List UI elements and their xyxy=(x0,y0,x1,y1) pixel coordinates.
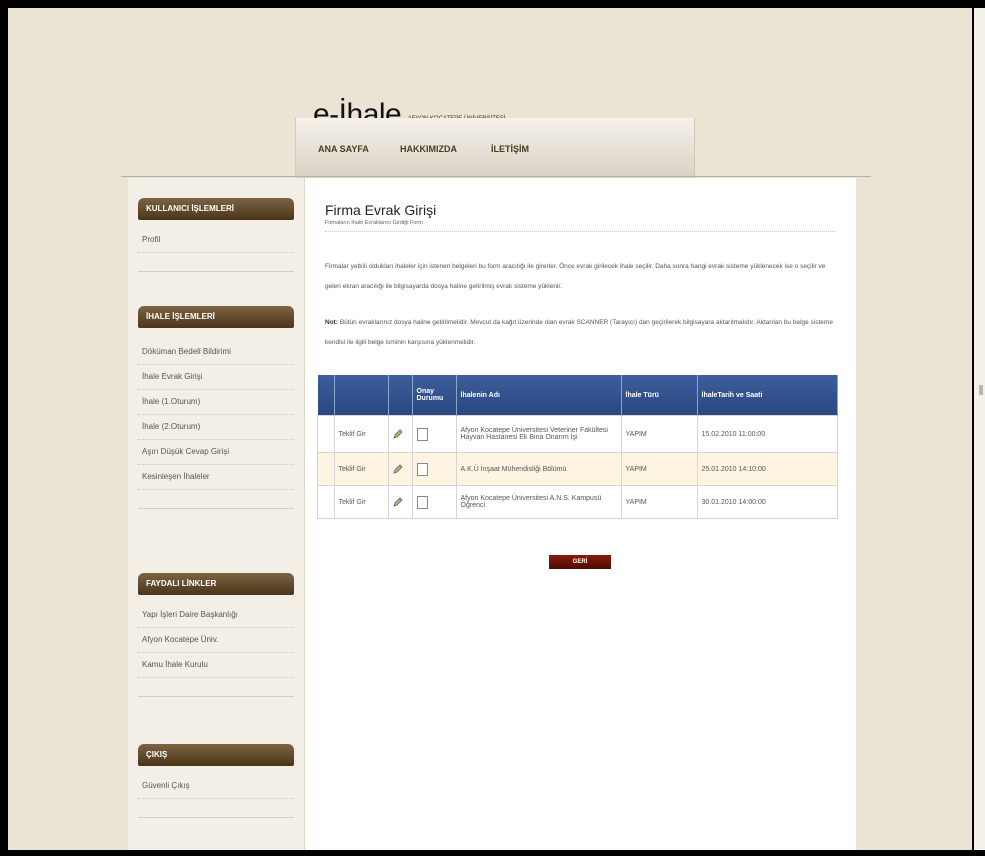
table-row[interactable]: Teklif Gir A.K.Ü İnşaat Mühendisliği Böl… xyxy=(317,452,838,486)
table-header-row: Onay Durumu İhalenin Adı İhale Türü İhal… xyxy=(317,375,838,416)
edit-cell[interactable] xyxy=(387,415,413,453)
tender-date: 30.01.2010 14:00:00 xyxy=(696,485,838,519)
sidebar-item-construction-dept[interactable]: Yapı İşleri Daire Başkanlığı xyxy=(138,603,294,628)
pencil-icon[interactable] xyxy=(392,429,403,439)
sidebar-item-low-bid-response[interactable]: Aşırı Düşük Cevap Girişi xyxy=(138,440,294,465)
tender-type: YAPIM xyxy=(620,452,698,486)
sidebar-section-exit: ÇIKIŞ Güvenli Çıkış xyxy=(138,744,294,818)
sidebar-header: ÇIKIŞ xyxy=(138,744,294,766)
intro-text: Firmalar yetkili oldukları ihaleler için… xyxy=(325,263,826,290)
approval-cell xyxy=(411,415,457,453)
bid-entry-link[interactable]: Teklif Gir xyxy=(333,415,389,453)
scrollbar-thumb[interactable] xyxy=(979,385,983,395)
pencil-icon[interactable] xyxy=(392,497,403,507)
table-cell xyxy=(317,452,335,486)
sidebar-divider xyxy=(138,271,294,272)
pencil-icon[interactable] xyxy=(392,464,403,474)
sidebar-item-document-fee[interactable]: Döküman Bedeli Bildirimi xyxy=(138,340,294,365)
sidebar-item-session-1[interactable]: İhale (1.Oturum) xyxy=(138,390,294,415)
sidebar-header: KULLANICI İŞLEMLERİ xyxy=(138,198,294,220)
sidebar-divider xyxy=(138,696,294,697)
top-nav: ANA SAYFA HAKKIMIZDA İLETİŞİM xyxy=(295,118,695,178)
sidebar-item-safe-exit[interactable]: Güvenli Çıkış xyxy=(138,774,294,799)
note-body: Bütün evraklarınız dosya haline getirilm… xyxy=(325,319,833,346)
column-header-tender-type: İhale Türü xyxy=(621,375,698,416)
sidebar-item-tender-doc-entry[interactable]: İhale Evrak Girişi xyxy=(138,365,294,390)
tender-type: YAPIM xyxy=(620,415,698,453)
tender-table: Onay Durumu İhalenin Adı İhale Türü İhal… xyxy=(317,375,838,519)
column-header xyxy=(388,375,413,416)
approval-checkbox[interactable] xyxy=(416,462,428,476)
sidebar-item-profile[interactable]: Profil xyxy=(138,228,294,253)
column-header xyxy=(317,375,335,416)
edit-cell[interactable] xyxy=(387,452,413,486)
sidebar-section-tender: İHALE İŞLEMLERİ Döküman Bedeli Bildirimi… xyxy=(138,306,294,509)
table-cell xyxy=(317,485,335,519)
sidebar-divider xyxy=(138,508,294,509)
sidebar-item-public-procurement[interactable]: Kamu İhale Kurulu xyxy=(138,653,294,678)
column-header xyxy=(334,375,389,416)
sidebar-section-links: FAYDALI LİNKLER Yapı İşleri Daire Başkan… xyxy=(138,573,294,697)
main-content: Firma Evrak Girişi Firmaların İhale Evra… xyxy=(305,178,856,850)
note-text: Not: Bütün evraklarınız dosya haline get… xyxy=(325,313,840,353)
sidebar-item-finalized-tenders[interactable]: Kesinleşen İhaleler xyxy=(138,465,294,490)
sidebar-item-session-2[interactable]: İhale (2.Oturum) xyxy=(138,415,294,440)
sidebar-section-user: KULLANICI İŞLEMLERİ Profil xyxy=(138,198,294,272)
tender-name: A.K.Ü İnşaat Mühendisliği Bölümü xyxy=(455,452,622,486)
tender-name: Afyon Kocatepe Üniversitesi Veteriner Fa… xyxy=(455,415,622,453)
sidebar: KULLANICI İŞLEMLERİ Profil İHALE İŞLEMLE… xyxy=(128,178,305,850)
table-row[interactable]: Teklif Gir Afyon Kocatepe Üniversitesi A… xyxy=(317,485,838,519)
page-frame: e-İhale AFYON KOCATEPE ÜNİVERSİTESİ ANA … xyxy=(8,8,972,850)
column-header-approval: Onay Durumu xyxy=(412,375,457,416)
back-button[interactable]: GERİ xyxy=(549,555,611,569)
sidebar-header: İHALE İŞLEMLERİ xyxy=(138,306,294,328)
nav-item-home[interactable]: ANA SAYFA xyxy=(318,144,369,154)
tender-date: 25.01.2010 14:10:00 xyxy=(696,452,838,486)
approval-cell xyxy=(411,452,457,486)
tender-type: YAPIM xyxy=(620,485,698,519)
nav-item-about[interactable]: HAKKIMIZDA xyxy=(400,144,457,154)
tender-name: Afyon Kocatepe Üniversitesi A.N.S. Kampu… xyxy=(455,485,622,519)
sidebar-divider xyxy=(138,817,294,818)
table-row[interactable]: Teklif Gir Afyon Kocatepe Üniversitesi V… xyxy=(317,415,838,453)
page-subtitle: Firmaların İhale Evraklarını Girdiği For… xyxy=(325,220,423,226)
bid-entry-link[interactable]: Teklif Gir xyxy=(333,485,389,519)
bid-entry-link[interactable]: Teklif Gir xyxy=(333,452,389,486)
page-title: Firma Evrak Girişi xyxy=(325,202,437,218)
header-divider xyxy=(121,176,871,177)
edit-cell[interactable] xyxy=(387,485,413,519)
approval-checkbox[interactable] xyxy=(416,495,428,509)
note-label: Not: xyxy=(325,319,338,326)
approval-checkbox[interactable] xyxy=(416,427,428,441)
window-scrollbar[interactable] xyxy=(974,8,985,850)
approval-cell xyxy=(411,485,457,519)
tender-date: 15.02.2010 11:00:00 xyxy=(696,415,838,453)
sidebar-header: FAYDALI LİNKLER xyxy=(138,573,294,595)
table-cell xyxy=(317,415,335,453)
column-header-tender-date: İhaleTarih ve Saati xyxy=(697,375,838,416)
nav-item-contact[interactable]: İLETİŞİM xyxy=(491,144,529,154)
sidebar-item-university[interactable]: Afyon Kocatepe Üniv. xyxy=(138,628,294,653)
title-divider xyxy=(325,231,835,232)
column-header-tender-name: İhalenin Adı xyxy=(456,375,622,416)
